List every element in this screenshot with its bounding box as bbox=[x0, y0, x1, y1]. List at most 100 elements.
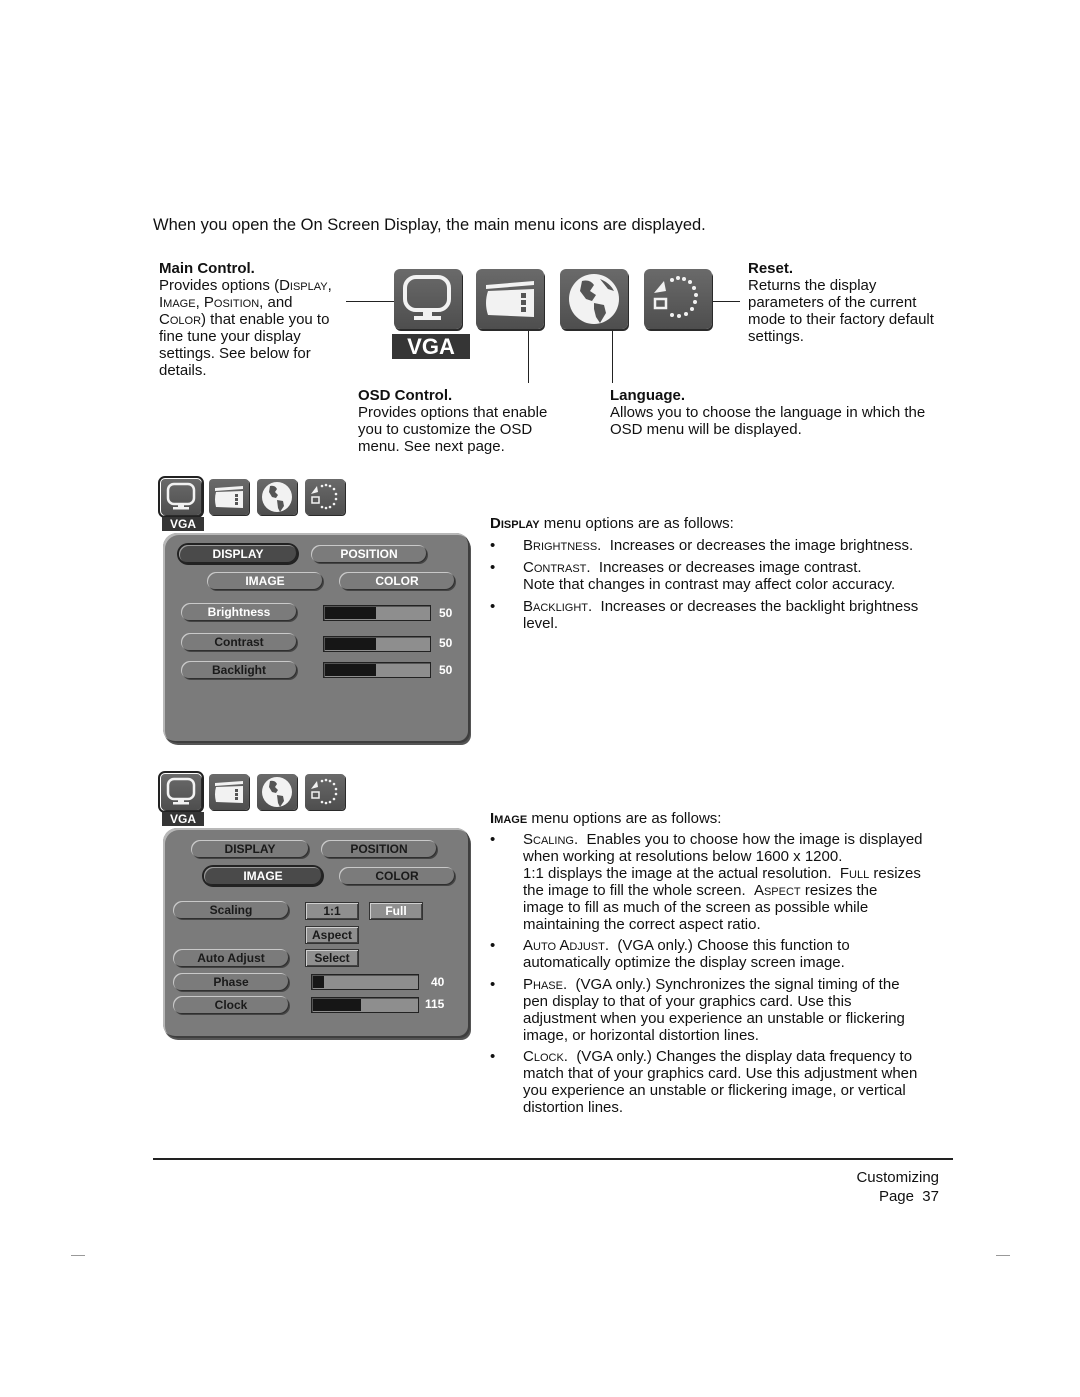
globe-icon bbox=[569, 274, 619, 324]
phase-slider[interactable] bbox=[311, 974, 419, 990]
scaling-option-1to1[interactable]: 1:1 bbox=[305, 902, 359, 920]
osd1-tab-color[interactable]: COLOR bbox=[339, 572, 455, 590]
osd2-tab-image[interactable]: IMAGE bbox=[204, 867, 322, 885]
scaling-desc-3: 1:1 displays the image at the actual res… bbox=[523, 865, 921, 882]
osd1-reset-icon[interactable] bbox=[305, 479, 345, 515]
osd1-osd-control-icon[interactable] bbox=[209, 479, 249, 515]
clock-slider-fill bbox=[313, 999, 361, 1011]
main-control-desc-1: Provides options (Display, bbox=[159, 277, 332, 294]
osd1-language-icon[interactable] bbox=[257, 479, 297, 515]
osd1-tab-display[interactable]: DISPLAY bbox=[179, 545, 297, 563]
osd2-tab-position[interactable]: POSITION bbox=[321, 840, 437, 858]
scaling-desc-2: when working at resolutions below 1600 x… bbox=[523, 848, 843, 865]
reset-desc-1: Returns the display bbox=[748, 277, 877, 294]
contrast-value: 50 bbox=[439, 636, 453, 650]
display-menu-heading: Display menu options are as follows: bbox=[490, 515, 734, 532]
main-control-leader bbox=[346, 301, 394, 302]
osd-window-icon bbox=[215, 781, 243, 803]
osd2-osd-control-icon[interactable] bbox=[209, 774, 249, 810]
monitor-icon bbox=[403, 275, 451, 320]
osd1-tab-image[interactable]: IMAGE bbox=[207, 572, 323, 590]
main-control-desc-4: fine tune your display bbox=[159, 328, 301, 345]
osd2-scaling-label[interactable]: Scaling bbox=[173, 901, 289, 919]
clock-desc-4: distortion lines. bbox=[523, 1099, 624, 1116]
main-control-title: Main Control. bbox=[159, 260, 255, 277]
language-callout: Language. Allows you to choose the langu… bbox=[610, 387, 950, 438]
osd-window-icon bbox=[486, 281, 534, 317]
osd1-main-control-icon[interactable] bbox=[158, 476, 204, 518]
backlight-slider-fill bbox=[325, 664, 376, 676]
osd2-language-icon[interactable] bbox=[257, 774, 297, 810]
reset-desc-4: settings. bbox=[748, 328, 804, 345]
main-control-desc-6: details. bbox=[159, 362, 207, 379]
phase-desc-2: pen display to that of your graphics car… bbox=[523, 993, 852, 1010]
osd-control-desc-3: menu. See next page. bbox=[358, 438, 505, 455]
phase-desc-4: image, or horizontal distortion lines. bbox=[523, 1027, 759, 1044]
osd1-vga-label: VGA bbox=[162, 517, 204, 531]
image-osd-panel: DISPLAY POSITION IMAGE COLOR Scaling 1:1… bbox=[163, 828, 470, 1038]
display-osd-panel: DISPLAY POSITION IMAGE COLOR Brightness … bbox=[163, 533, 470, 743]
backlight-value: 50 bbox=[439, 663, 453, 677]
language-leader bbox=[612, 331, 613, 383]
footer-page-number: Page 37 bbox=[878, 1188, 939, 1205]
main-control-desc-3: Color) that enable you to bbox=[159, 311, 330, 328]
backlight-desc-1: Increases or decreases the backlight bri… bbox=[600, 598, 919, 615]
brightness-value: 50 bbox=[439, 606, 453, 620]
contrast-slider[interactable] bbox=[323, 636, 431, 652]
phase-slider-fill bbox=[313, 976, 324, 988]
clock-value: 115 bbox=[425, 997, 445, 1011]
contrast-desc-1: Increases or decreases image contrast. bbox=[598, 559, 862, 576]
osd-control-icon-button[interactable] bbox=[476, 269, 544, 329]
reset-icon bbox=[311, 778, 338, 805]
osd1-tab-position[interactable]: POSITION bbox=[311, 545, 427, 563]
image-heading-term: Image bbox=[490, 810, 528, 827]
footer-section: Customizing bbox=[856, 1169, 939, 1186]
scaling-option-aspect[interactable]: Aspect bbox=[305, 926, 359, 944]
osd1-brightness-label[interactable]: Brightness bbox=[181, 603, 297, 621]
scaling-option-full[interactable]: Full bbox=[369, 902, 423, 920]
monitor-icon bbox=[166, 777, 196, 805]
osd2-tab-color[interactable]: COLOR bbox=[339, 867, 455, 885]
image-menu-heading: Image menu options are as follows: bbox=[490, 810, 721, 827]
scaling-desc-5: image to fill as much of the screen as p… bbox=[523, 899, 869, 916]
clock-desc-1: (VGA only.) Changes the display data fre… bbox=[576, 1048, 913, 1065]
reset-desc-2: parameters of the current bbox=[748, 294, 917, 311]
osd2-clock-label[interactable]: Clock bbox=[173, 996, 289, 1014]
backlight-slider[interactable] bbox=[323, 662, 431, 678]
osd2-main-control-icon[interactable] bbox=[158, 771, 204, 813]
osd-control-callout: OSD Control. Provides options that enabl… bbox=[358, 387, 578, 455]
osd2-tab-display[interactable]: DISPLAY bbox=[191, 840, 309, 858]
scaling-desc-6: maintaining the correct aspect ratio. bbox=[523, 916, 761, 933]
crop-mark-right bbox=[996, 1255, 1010, 1256]
osd2-reset-icon[interactable] bbox=[305, 774, 345, 810]
language-icon-button[interactable] bbox=[560, 269, 628, 329]
phase-desc-3: adjustment when you experience an unstab… bbox=[523, 1010, 905, 1027]
reset-icon-button[interactable] bbox=[644, 269, 712, 329]
contrast-slider-fill bbox=[325, 638, 376, 650]
bullet: • bbox=[490, 1048, 496, 1065]
main-control-desc-2: Image, Position, and bbox=[159, 294, 293, 311]
reset-desc-3: mode to their factory default bbox=[748, 311, 934, 328]
osd1-contrast-label[interactable]: Contrast bbox=[181, 633, 297, 651]
contrast-desc-2: Note that changes in contrast may affect… bbox=[523, 576, 896, 593]
image-heading-rest: menu options are as follows: bbox=[527, 810, 722, 827]
language-desc-2: OSD menu will be displayed. bbox=[610, 421, 802, 438]
contrast-term: Contrast. bbox=[523, 559, 591, 576]
auto-adjust-select-button[interactable]: Select bbox=[305, 949, 359, 967]
reset-icon bbox=[311, 483, 338, 510]
osd1-backlight-label[interactable]: Backlight bbox=[181, 661, 297, 679]
bullet: • bbox=[490, 559, 496, 576]
clock-desc-3: you experience an unstable or flickering… bbox=[523, 1082, 906, 1099]
brightness-slider[interactable] bbox=[323, 605, 431, 621]
crop-mark-left bbox=[71, 1255, 85, 1256]
monitor-icon bbox=[166, 482, 196, 510]
brightness-desc: Increases or decreases the image brightn… bbox=[609, 537, 914, 554]
clock-desc-2: match that of your graphics card. Use th… bbox=[523, 1065, 918, 1082]
osd2-phase-label[interactable]: Phase bbox=[173, 973, 289, 991]
bullet: • bbox=[490, 976, 496, 993]
auto-adjust-desc-2: automatically optimize the display scree… bbox=[523, 954, 845, 971]
clock-slider[interactable] bbox=[311, 997, 419, 1013]
language-desc-1: Allows you to choose the language in whi… bbox=[610, 404, 926, 421]
main-control-icon-button[interactable] bbox=[394, 269, 462, 329]
osd2-auto-adjust-label[interactable]: Auto Adjust bbox=[173, 949, 289, 967]
